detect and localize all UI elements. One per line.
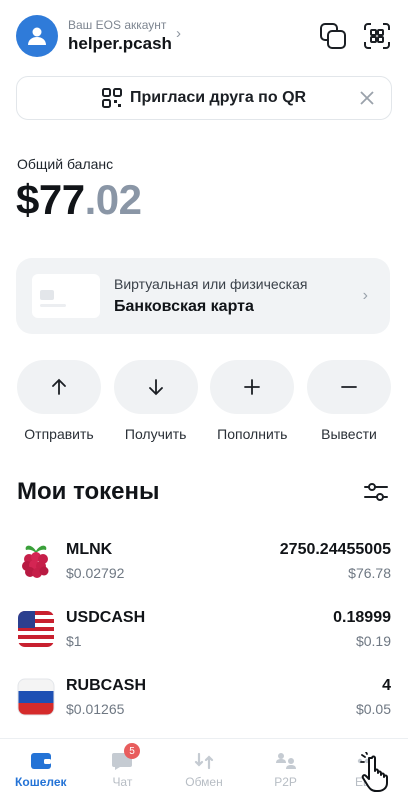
send-label: Отправить [24, 426, 94, 442]
topup-button[interactable] [210, 360, 295, 414]
ru-flag-icon [16, 677, 56, 717]
account-name: helper.pcash [68, 34, 172, 53]
topup-action[interactable]: Пополнить [209, 360, 295, 442]
receive-button[interactable] [113, 360, 198, 414]
bank-card-promo[interactable]: Виртуальная или физическая Банковская ка… [16, 258, 390, 334]
withdraw-label: Вывести [321, 426, 377, 442]
card-promo-subtitle: Виртуальная или физическая [114, 276, 308, 292]
minus-icon [341, 386, 357, 388]
topup-label: Пополнить [217, 426, 288, 442]
token-usd-value: $76.78 [348, 565, 391, 581]
token-usd-value: $0.19 [355, 633, 391, 649]
quick-actions: Отправить Получить Пополнить Вывести [16, 360, 392, 442]
arrow-down-icon [148, 379, 163, 396]
chevron-right-icon[interactable]: › [176, 25, 181, 42]
token-amount: 0.18999 [333, 609, 391, 626]
header: Ваш EOS аккаунт helper.pcash › [16, 14, 392, 58]
withdraw-action[interactable]: Вывести [306, 360, 392, 442]
avatar[interactable] [16, 15, 58, 57]
balance-whole: $77 [16, 176, 85, 223]
token-price: $0.02792 [66, 565, 125, 581]
receive-label: Получить [124, 426, 187, 442]
filter-icon[interactable] [362, 478, 390, 506]
close-icon[interactable] [357, 88, 377, 108]
qr-scan-icon[interactable] [362, 21, 392, 51]
p2p-icon [275, 752, 296, 769]
withdraw-button[interactable] [306, 360, 391, 414]
token-row[interactable]: USDCASH $1 0.18999 $0.19 [16, 604, 391, 654]
wallet-icon [30, 752, 51, 769]
invite-label: Пригласи друга по QR [129, 89, 307, 106]
invite-banner[interactable]: Пригласи друга по QR [16, 76, 392, 120]
qr-code-icon [101, 88, 122, 108]
token-name: MLNK [66, 541, 113, 558]
balance-value: $77.02 [16, 176, 142, 224]
arrow-up-icon [52, 378, 66, 395]
chevron-right-icon: › [362, 287, 368, 304]
account-caption: Ваш EOS аккаунт [68, 18, 167, 32]
nav-p2p[interactable]: P2P [245, 739, 327, 800]
nav-wallet[interactable]: Кошелек [0, 739, 82, 800]
hand-pointer-icon [360, 752, 388, 792]
token-name: RUBCASH [66, 677, 146, 694]
balance-label: Общий баланс [17, 156, 114, 172]
chat-unread-badge: 5 [124, 743, 141, 759]
balance-cents: .02 [84, 176, 142, 223]
user-icon [28, 27, 46, 45]
token-amount: 2750.24455005 [279, 541, 391, 558]
token-usd-value: $0.05 [355, 701, 391, 717]
token-price: $1 [66, 633, 82, 649]
nav-p2p-label: P2P [274, 774, 297, 789]
receive-action[interactable]: Получить [113, 360, 199, 442]
nav-chat[interactable]: 5 Чат [82, 739, 164, 800]
token-amount: 4 [382, 677, 391, 694]
token-row[interactable]: MLNK $0.02792 2750.24455005 $76.78 [16, 536, 391, 586]
send-action[interactable]: Отправить [16, 360, 102, 442]
account-switcher[interactable]: Ваш EOS аккаунт helper.pcash [68, 18, 172, 54]
copy-icon[interactable] [318, 21, 348, 51]
send-button[interactable] [17, 360, 101, 414]
us-flag-icon [16, 609, 56, 649]
nav-exchange[interactable]: Обмен [163, 739, 245, 800]
plus-icon [244, 379, 261, 395]
nav-exchange-label: Обмен [185, 774, 223, 789]
card-promo-title: Банковская карта [114, 298, 254, 315]
token-price: $0.01265 [66, 701, 125, 717]
exchange-icon [194, 752, 214, 769]
token-row[interactable]: RUBCASH $0.01265 4 $0.05 [16, 672, 391, 722]
tokens-title: Мои токены [17, 478, 160, 505]
raspberry-icon [16, 541, 56, 581]
card-thumbnail [32, 274, 100, 318]
bottom-nav: Кошелек 5 Чат Обмен P2P Еще [0, 738, 408, 800]
nav-wallet-label: Кошелек [15, 774, 67, 789]
token-name: USDCASH [66, 609, 146, 626]
nav-chat-label: Чат [112, 774, 133, 789]
